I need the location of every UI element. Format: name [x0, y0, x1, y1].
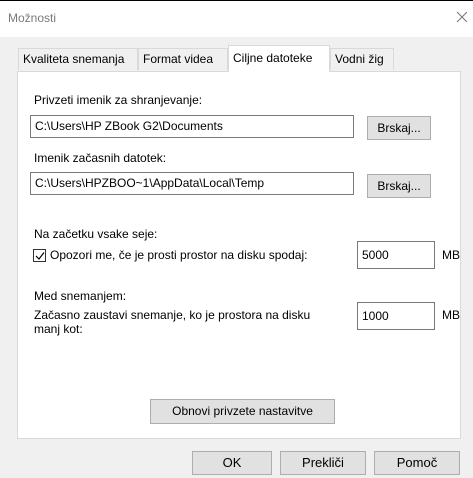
close-icon[interactable]	[453, 8, 471, 26]
restore-defaults-button[interactable]: Obnovi privzete nastavitve	[150, 399, 335, 424]
cancel-button[interactable]: Prekliči	[280, 451, 366, 475]
pause-space-mb-input[interactable]: 1000	[357, 302, 435, 330]
pause-label-line1: Začasno zaustavi snemanje, ko je prostor…	[34, 308, 311, 322]
temp-dir-browse-button[interactable]: Brskaj...	[367, 174, 431, 198]
warn-unit-label: MB	[442, 248, 460, 262]
checkmark-icon	[35, 252, 45, 260]
title-bar: Možnosti	[0, 1, 473, 37]
tab-ciljne-datoteke[interactable]: Ciljne datoteke	[228, 45, 330, 72]
pause-unit-label: MB	[442, 308, 460, 322]
save-dir-label: Privzeti imenik za shranjevanje:	[34, 93, 203, 107]
tab-label: Kvaliteta snemanja	[23, 52, 125, 66]
temp-dir-label: Imenik začasnih datotek:	[34, 151, 167, 165]
save-dir-field[interactable]: C:\Users\HP ZBook G2\Documents	[30, 115, 354, 138]
tab-label: Format videa	[143, 52, 214, 66]
session-start-heading: Na začetku vsake seje:	[34, 227, 158, 241]
ok-button[interactable]: OK	[192, 451, 272, 475]
during-recording-heading: Med snemanjem:	[34, 289, 127, 303]
warn-low-space-checkbox[interactable]	[33, 249, 46, 262]
pause-label-line2: manj kot:	[34, 322, 83, 336]
tab-vodni-zig[interactable]: Vodni žig	[330, 48, 394, 70]
help-button[interactable]: Pomoč	[374, 451, 460, 475]
warn-space-mb-input[interactable]: 5000	[357, 241, 435, 269]
window-title: Možnosti	[8, 11, 57, 25]
tab-kvaliteta-snemanja[interactable]: Kvaliteta snemanja	[18, 48, 138, 70]
tab-label: Ciljne datoteke	[233, 51, 313, 65]
temp-dir-field[interactable]: C:\Users\HPZBOO~1\AppData\Local\Temp	[30, 172, 354, 195]
save-dir-browse-button[interactable]: Brskaj...	[367, 116, 431, 140]
warn-low-space-label: Opozori me, če je prosti prostor na disk…	[50, 248, 308, 262]
tab-format-videa[interactable]: Format videa	[138, 48, 228, 70]
tab-label: Vodni žig	[335, 52, 384, 66]
